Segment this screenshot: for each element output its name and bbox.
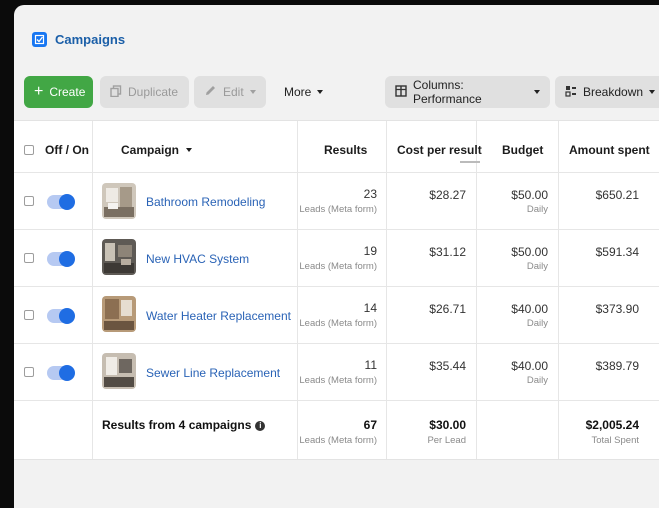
total-spent: $2,005.24 xyxy=(585,418,639,432)
campaign-toggle[interactable] xyxy=(47,194,75,210)
edit-button[interactable]: Edit xyxy=(194,76,266,108)
amount-spent-column-header[interactable]: Amount spent xyxy=(569,143,650,157)
chevron-down-icon xyxy=(186,148,193,152)
sewer-line-thumbnail xyxy=(102,353,136,389)
budget-period: Daily xyxy=(526,261,548,272)
campaigns-table: Off / On Campaign Results Cost per resul… xyxy=(14,120,659,460)
average-cost: $30.00 xyxy=(429,418,466,432)
hvac-thumbnail xyxy=(102,239,136,275)
chevron-down-icon xyxy=(534,90,540,94)
select-all-checkbox[interactable] xyxy=(24,145,34,155)
budget-period: Daily xyxy=(526,318,548,329)
water-heater-thumbnail xyxy=(102,296,136,332)
chevron-down-icon xyxy=(249,90,256,94)
columns-icon xyxy=(395,84,407,100)
campaign-name-link[interactable]: Bathroom Remodeling xyxy=(146,195,265,209)
columns-dropdown[interactable]: Columns: Performance xyxy=(385,76,550,108)
toggle-column-header: Off / On xyxy=(45,143,89,157)
spent-value: $591.34 xyxy=(595,245,639,259)
cost-value: $35.44 xyxy=(429,359,466,373)
cost-value: $26.71 xyxy=(429,302,466,316)
row-checkbox[interactable] xyxy=(24,196,34,206)
ads-manager-window: Campaigns + Create Duplicate Edit More C… xyxy=(14,5,659,508)
more-button[interactable]: More xyxy=(274,76,324,108)
results-label: Leads (Meta form) xyxy=(299,318,377,329)
total-spent-label: Total Spent xyxy=(591,435,639,446)
spent-value: $373.90 xyxy=(595,302,639,316)
results-value: 23 xyxy=(363,187,377,201)
create-button[interactable]: + Create xyxy=(24,76,93,108)
column-resize-handle[interactable] xyxy=(459,161,480,163)
budget-column-header[interactable]: Budget xyxy=(502,143,543,157)
info-icon[interactable]: i xyxy=(255,420,266,431)
chevron-down-icon xyxy=(317,90,324,94)
budget-value: $40.00 xyxy=(511,302,548,316)
toolbar: + Create Duplicate Edit More Columns: Pe… xyxy=(24,76,659,108)
campaigns-icon xyxy=(32,32,47,47)
plus-icon: + xyxy=(34,83,44,100)
cost-value: $31.12 xyxy=(429,245,466,259)
page-header: Campaigns xyxy=(32,32,125,47)
spent-value: $650.21 xyxy=(595,188,639,202)
breakdown-dropdown[interactable]: Breakdown xyxy=(555,76,659,108)
results-value: 14 xyxy=(363,301,377,315)
campaign-toggle[interactable] xyxy=(47,251,75,267)
campaign-name-link[interactable]: Sewer Line Replacement xyxy=(146,366,280,380)
copy-icon xyxy=(110,84,122,100)
cost-per-result-column-header[interactable]: Cost per result xyxy=(397,143,482,163)
total-results: 67 xyxy=(363,418,377,432)
row-checkbox[interactable] xyxy=(24,253,34,263)
row-checkbox[interactable] xyxy=(24,310,34,320)
summary-label: Results from 4 campaigns i xyxy=(102,418,266,432)
budget-period: Daily xyxy=(526,204,548,215)
pencil-icon xyxy=(204,84,217,100)
campaign-name-link[interactable]: New HVAC System xyxy=(146,252,249,266)
results-label: Leads (Meta form) xyxy=(299,204,377,215)
spent-value: $389.79 xyxy=(595,359,639,373)
budget-value: $40.00 xyxy=(511,359,548,373)
chevron-down-icon xyxy=(649,90,656,94)
budget-period: Daily xyxy=(526,375,548,386)
campaign-toggle[interactable] xyxy=(47,365,75,381)
results-column-header[interactable]: Results xyxy=(324,143,367,157)
budget-value: $50.00 xyxy=(511,188,548,202)
results-label: Leads (Meta form) xyxy=(299,261,377,272)
average-cost-label: Per Lead xyxy=(427,435,466,446)
row-checkbox[interactable] xyxy=(24,367,34,377)
budget-value: $50.00 xyxy=(511,245,548,259)
bathroom-thumbnail xyxy=(102,183,136,219)
breakdown-icon xyxy=(565,85,577,100)
campaign-name-link[interactable]: Water Heater Replacement xyxy=(146,309,291,323)
duplicate-button[interactable]: Duplicate xyxy=(100,76,189,108)
campaign-column-header[interactable]: Campaign xyxy=(121,143,193,157)
results-label: Leads (Meta form) xyxy=(299,375,377,386)
campaign-toggle[interactable] xyxy=(47,308,75,324)
page-title: Campaigns xyxy=(55,32,126,47)
results-value: 11 xyxy=(364,358,377,372)
results-value: 19 xyxy=(363,244,377,258)
total-results-label: Leads (Meta form) xyxy=(299,435,377,446)
cost-value: $28.27 xyxy=(429,188,466,202)
